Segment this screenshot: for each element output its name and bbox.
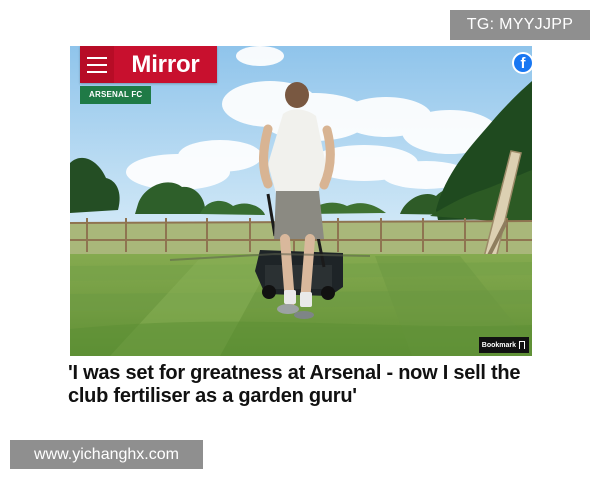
hamburger-menu-icon[interactable] — [80, 46, 114, 83]
page: TG: MYYJJPP Mirror ARSENAL FC f Bookmark… — [0, 0, 600, 480]
bookmark-button[interactable]: Bookmark — [478, 337, 529, 353]
facebook-icon[interactable]: f — [512, 52, 532, 74]
hero-image[interactable]: Mirror ARSENAL FC f Bookmark — [70, 46, 532, 356]
article-card[interactable]: Mirror ARSENAL FC f Bookmark 'I was set … — [62, 40, 538, 440]
article-headline[interactable]: 'I was set for greatness at Arsenal - no… — [68, 362, 524, 408]
brand-name: Mirror — [131, 50, 200, 78]
watermark-bottom: www.yichanghx.com — [10, 440, 203, 469]
section-tag[interactable]: ARSENAL FC — [80, 86, 152, 104]
mirror-brand-logo[interactable]: Mirror — [80, 46, 217, 83]
watermark-top: TG: MYYJJPP — [450, 10, 590, 40]
bookmark-label: Bookmark — [481, 341, 516, 349]
bookmark-icon — [519, 341, 525, 351]
